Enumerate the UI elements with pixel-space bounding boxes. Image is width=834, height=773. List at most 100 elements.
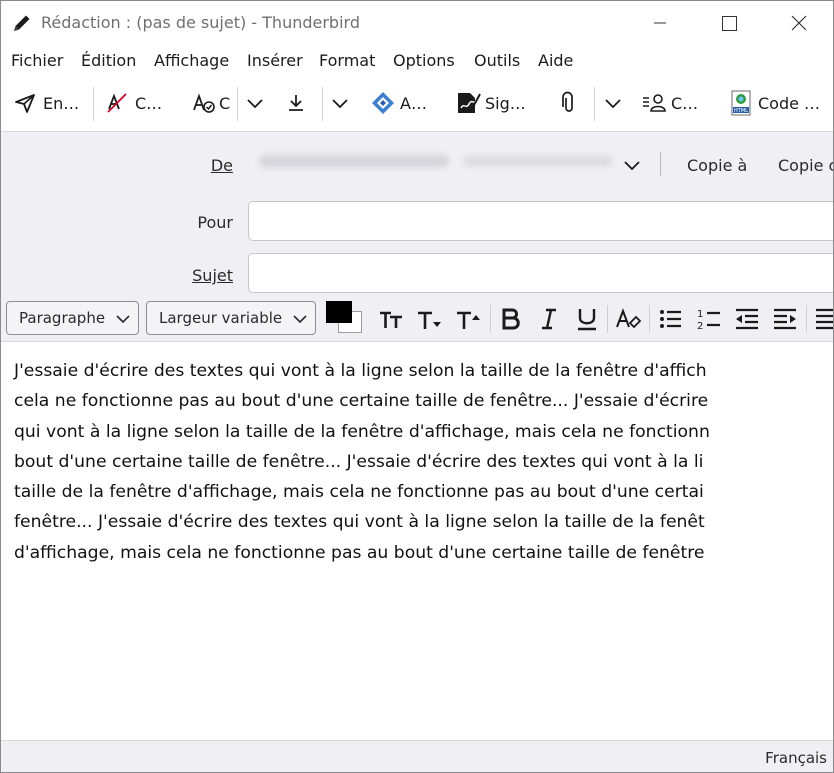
signature-label: Sig… (485, 93, 526, 113)
paperclip-icon (562, 91, 573, 112)
language-indicator[interactable]: Français (765, 749, 827, 767)
body-line: d'affichage, mais cela ne fonctionne pas… (14, 542, 705, 563)
bcc-link[interactable]: Copie c (778, 156, 833, 175)
attach-button[interactable] (557, 87, 581, 119)
body-line: J'essaie d'écrire des textes qui vont à … (14, 361, 707, 381)
body-line: taille de la fenêtre d'affichage, mais c… (14, 482, 704, 503)
send-label: En… (43, 93, 80, 113)
minimize-button[interactable] (637, 1, 683, 45)
font-select-value: Largeur variable (159, 309, 283, 327)
security-button[interactable]: C (191, 87, 230, 119)
send-button[interactable]: En… (13, 87, 79, 119)
toolbar-separator (594, 87, 595, 121)
from-identity-blurred[interactable] (259, 154, 449, 168)
pencil-icon (14, 15, 30, 31)
italic-icon[interactable] (534, 305, 564, 333)
toolbar-separator (237, 87, 238, 121)
compose-window: Rédaction : (pas de sujet) - Thunderbird… (0, 0, 834, 773)
remove-formatting-icon[interactable] (613, 305, 643, 333)
chevron-down-icon (605, 99, 621, 109)
contacts-icon (643, 94, 666, 112)
bold-icon[interactable] (496, 305, 526, 333)
from-chevron-down-icon[interactable] (621, 154, 643, 176)
svg-text:1: 1 (697, 309, 703, 320)
svg-text:HTML: HTML (734, 108, 748, 114)
vcard-icon (372, 92, 394, 114)
font-select[interactable]: Largeur variable (146, 301, 316, 335)
chevron-down-icon (293, 315, 307, 324)
attach-vcard-button[interactable]: A… (370, 87, 427, 119)
menu-edition[interactable]: Édition (81, 51, 136, 70)
code-button[interactable]: HTML Code … (730, 87, 820, 119)
contacts-button[interactable]: C… (641, 87, 698, 119)
subject-label-text: Sujet (192, 266, 233, 285)
outdent-icon[interactable] (732, 305, 762, 333)
menu-outils[interactable]: Outils (474, 51, 520, 70)
font-size-larger-icon[interactable] (453, 305, 483, 333)
font-size-smaller-icon[interactable] (414, 305, 444, 333)
menu-bar: Fichier Édition Affichage Insérer Format… (1, 45, 833, 77)
menu-options[interactable]: Options (393, 51, 455, 70)
from-email-blurred (463, 155, 613, 167)
indent-icon[interactable] (770, 305, 800, 333)
title-bar: Rédaction : (pas de sujet) - Thunderbird (1, 1, 833, 45)
maximize-icon (722, 16, 737, 31)
menu-format[interactable]: Format (319, 51, 375, 70)
format-separator (806, 305, 807, 333)
security-dropdown[interactable] (244, 87, 266, 119)
signature-button[interactable]: Sig… (455, 87, 526, 119)
menu-aide[interactable]: Aide (538, 51, 573, 70)
compose-toolbar: En… C… C A… Sig… C… HTML Code … (1, 79, 833, 129)
to-input[interactable] (248, 201, 833, 241)
spelling-label: C… (135, 93, 163, 113)
to-label: Pour (197, 213, 233, 232)
maximize-button[interactable] (705, 1, 751, 45)
header-separator (660, 152, 661, 176)
chevron-down-icon (247, 99, 263, 109)
menu-affichage[interactable]: Affichage (154, 51, 229, 70)
text-color-swatch[interactable] (326, 301, 352, 323)
message-body-editor[interactable]: J'essaie d'écrire des textes qui vont à … (1, 342, 833, 740)
format-toolbar: Paragraphe Largeur variable 12 (1, 297, 833, 342)
signature-icon (458, 93, 481, 113)
contacts-label: C… (671, 93, 699, 113)
format-separator (607, 305, 608, 333)
window-title: Rédaction : (pas de sujet) - Thunderbird (41, 13, 360, 32)
code-label: Code … (758, 93, 821, 113)
format-separator (649, 305, 650, 333)
subject-label: Sujet (173, 266, 233, 285)
download-icon (289, 95, 303, 111)
html-file-icon: HTML (731, 90, 751, 116)
menu-fichier[interactable]: Fichier (11, 51, 63, 70)
align-icon[interactable] (812, 305, 834, 333)
cc-link[interactable]: Copie à (687, 156, 747, 175)
security-label: C (219, 93, 231, 113)
numbered-list-icon[interactable]: 12 (694, 305, 724, 333)
attach-dropdown[interactable] (602, 87, 624, 119)
body-line: cela ne fonctionne pas au bout d'une cer… (14, 391, 709, 412)
underline-icon[interactable] (572, 305, 602, 333)
menu-inserer[interactable]: Insérer (247, 51, 303, 70)
from-label: De (173, 156, 233, 175)
font-size-reset-icon[interactable] (376, 305, 406, 333)
body-line: bout d'une certaine taille de fenêtre...… (14, 451, 704, 472)
close-button[interactable] (773, 1, 819, 45)
toolbar-separator (93, 87, 94, 121)
body-line: qui vont à la ligne selon la taille de l… (14, 421, 710, 442)
save-button[interactable] (284, 87, 308, 119)
spelling-button[interactable]: C… (105, 87, 162, 119)
subject-input[interactable] (248, 253, 833, 293)
format-separator (490, 305, 491, 333)
status-bar: Français (1, 740, 833, 772)
paragraph-format-select[interactable]: Paragraphe (6, 301, 139, 335)
svg-text:2: 2 (697, 321, 703, 332)
body-line: fenêtre... J'essaie d'écrire des textes … (14, 512, 705, 533)
save-dropdown[interactable] (329, 87, 351, 119)
bullet-list-icon[interactable] (656, 305, 686, 333)
from-label-text: De (210, 156, 233, 175)
attach-vcard-label: A… (400, 93, 427, 113)
minimize-icon (654, 22, 666, 24)
send-icon (15, 94, 35, 113)
toolbar-separator (322, 87, 323, 121)
chevron-down-icon (116, 315, 130, 324)
